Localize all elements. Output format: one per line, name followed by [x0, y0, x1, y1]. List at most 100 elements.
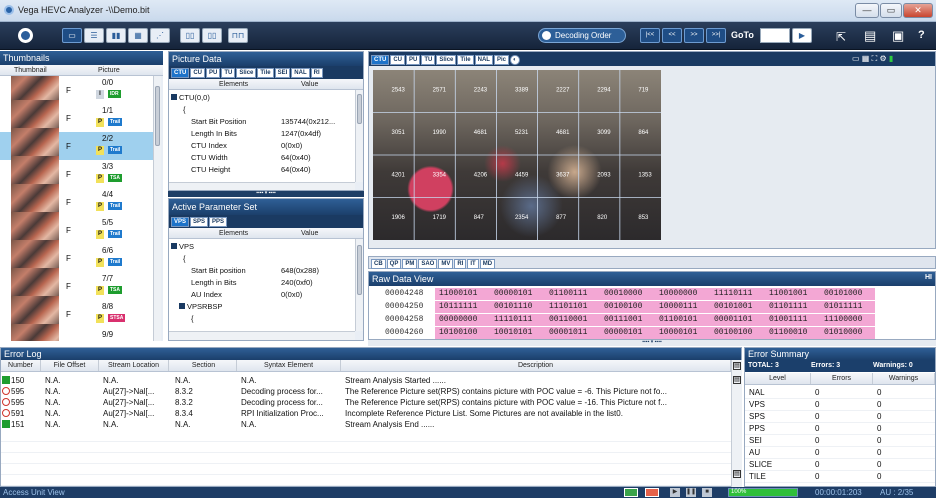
- summary-row[interactable]: TILE 0 0: [745, 471, 935, 483]
- raw-byte[interactable]: 10000101: [655, 327, 710, 339]
- tab-tu[interactable]: TU: [221, 68, 236, 78]
- export-icon[interactable]: ⇱: [836, 30, 846, 44]
- tab-vps[interactable]: VPS: [171, 217, 190, 227]
- raw-byte[interactable]: 00101001: [710, 301, 765, 313]
- picture-data-scrollbar[interactable]: [355, 90, 363, 182]
- collapse-icon[interactable]: [179, 303, 185, 309]
- tab-qp[interactable]: QP: [386, 259, 402, 269]
- tab-slice[interactable]: Slice: [236, 68, 257, 78]
- active-param-scrollbar[interactable]: [355, 239, 363, 331]
- viewer-fit-icon[interactable]: ⛶: [872, 54, 878, 63]
- tab-sei[interactable]: SEI: [274, 68, 291, 78]
- nav-prev-button[interactable]: <<: [662, 28, 682, 43]
- raw-byte[interactable]: 00000000: [435, 314, 490, 326]
- tab-mv[interactable]: MV: [438, 259, 454, 269]
- tree-row[interactable]: CTU Height 64(0x40): [169, 164, 355, 176]
- tree-row[interactable]: VPS: [169, 241, 355, 253]
- error-log-col[interactable]: File Offset: [41, 360, 99, 371]
- tab-pu[interactable]: PU: [406, 55, 421, 65]
- tree-row[interactable]: AU Index 0(0x0): [169, 289, 355, 301]
- thumbnails-scrollbar[interactable]: [153, 76, 161, 341]
- tab-nal[interactable]: NAL: [474, 55, 493, 65]
- layout-icon[interactable]: ▤: [864, 28, 876, 44]
- error-log-row[interactable]: 591 N.A. Au[27]->Nal[... 8.3.4 RPI Initializ…: [1, 409, 731, 420]
- raw-byte[interactable]: 11101101: [545, 301, 600, 313]
- raw-byte[interactable]: 10000111: [655, 301, 710, 313]
- raw-byte[interactable]: 00000101: [600, 327, 655, 339]
- tab-pm[interactable]: PM: [402, 259, 418, 269]
- error-log-col[interactable]: Number: [1, 360, 41, 371]
- decoding-order-button[interactable]: Decoding Order: [538, 28, 626, 43]
- picture-data-hscroll[interactable]: [169, 182, 355, 190]
- view-tree-button[interactable]: ⋰: [150, 28, 170, 43]
- tab-it[interactable]: IT: [467, 259, 479, 269]
- summary-row[interactable]: NAL 0 0: [745, 387, 935, 399]
- tab-pps[interactable]: PPS: [209, 217, 228, 227]
- raw-byte[interactable]: 00010000: [600, 288, 655, 300]
- tree-row[interactable]: Length In Bits 1247(0x4df): [169, 128, 355, 140]
- error-log-row[interactable]: 595 N.A. Au[27]->Nal[... 8.3.2 Decoding proc…: [1, 398, 731, 409]
- summary-col[interactable]: Errors: [811, 373, 873, 384]
- tree-row[interactable]: CTU Width 64(0x40): [169, 152, 355, 164]
- error-log-row[interactable]: 595 N.A. Au[27]->Nal[... 8.3.2 Decoding proc…: [1, 387, 731, 398]
- maximize-button[interactable]: ▭: [880, 3, 902, 18]
- nav-last-button[interactable]: >>|: [706, 28, 726, 43]
- tab-ctu[interactable]: CTU: [371, 55, 390, 65]
- tab-cb[interactable]: CB: [371, 259, 386, 269]
- close-button[interactable]: ✕: [903, 3, 933, 18]
- raw-byte[interactable]: 10111111: [435, 301, 490, 313]
- raw-byte[interactable]: 01010000: [820, 327, 875, 339]
- summary-row[interactable]: SEI 0 0: [745, 435, 935, 447]
- tab-cu[interactable]: CU: [190, 68, 206, 78]
- raw-byte[interactable]: 01001111: [765, 314, 820, 326]
- tab-pic[interactable]: Pic: [493, 55, 509, 65]
- tab-sps[interactable]: SPS: [190, 217, 209, 227]
- tab-ctu[interactable]: CTU: [171, 68, 190, 78]
- raw-byte[interactable]: 11110111: [710, 288, 765, 300]
- tree-row[interactable]: VPSRBSP: [169, 301, 355, 313]
- viewer-splitter[interactable]: ▪▪▪▪ ▾ ▪▪▪▪: [368, 340, 936, 346]
- scroll-thumb[interactable]: [357, 245, 362, 295]
- viewer-settings-icon[interactable]: ⚙: [879, 54, 886, 63]
- minimize-button[interactable]: —: [855, 3, 879, 18]
- nav-next-button[interactable]: >>: [684, 28, 704, 43]
- tree-row[interactable]: Start Bit position 648(0x288): [169, 265, 355, 277]
- help-icon[interactable]: ?: [918, 29, 925, 41]
- view-list-button[interactable]: ☰: [84, 28, 104, 43]
- raw-byte[interactable]: 01100101: [655, 314, 710, 326]
- thumbnail-row[interactable]: 9/9: [0, 324, 155, 341]
- error-log-col[interactable]: Section: [171, 360, 237, 371]
- stop-icon[interactable]: ■: [702, 488, 712, 497]
- raw-byte[interactable]: 10010101: [490, 327, 545, 339]
- tree-row[interactable]: {: [169, 253, 355, 265]
- tree-row[interactable]: {: [169, 313, 355, 325]
- tab-tile[interactable]: Tile: [457, 55, 474, 65]
- status-red-icon[interactable]: [645, 488, 659, 497]
- viewer-color-icon[interactable]: ▮: [889, 54, 893, 63]
- status-green-icon[interactable]: [624, 488, 638, 497]
- tab-cu[interactable]: CU: [390, 55, 406, 65]
- raw-byte[interactable]: 11001001: [765, 288, 820, 300]
- raw-byte[interactable]: 00111001: [600, 314, 655, 326]
- maximize-view-icon[interactable]: ▣: [892, 28, 904, 44]
- summary-row[interactable]: VPS 0 0: [745, 399, 935, 411]
- scroll-thumb[interactable]: [155, 86, 160, 146]
- error-log-col[interactable]: Stream Location: [99, 360, 169, 371]
- viewer-grid-icon[interactable]: ▦: [862, 54, 870, 63]
- view-compare-button[interactable]: ▯▯: [180, 28, 200, 43]
- active-param-hscroll[interactable]: [169, 331, 355, 340]
- raw-byte[interactable]: 00100100: [600, 301, 655, 313]
- error-log-row[interactable]: 150 N.A. N.A. N.A. N.A. Stream Analysis Start…: [1, 376, 731, 387]
- view-split-button[interactable]: ▯▯: [202, 28, 222, 43]
- view-single-button[interactable]: ▭: [62, 28, 82, 43]
- raw-byte[interactable]: 01100010: [765, 327, 820, 339]
- summary-row[interactable]: PPS 0 0: [745, 423, 935, 435]
- raw-byte[interactable]: 11100000: [820, 314, 875, 326]
- summary-col[interactable]: Warnings: [873, 373, 935, 384]
- raw-byte[interactable]: 11000101: [435, 288, 490, 300]
- tab-sao[interactable]: SAO: [418, 259, 438, 269]
- summary-row[interactable]: SLICE 0 0: [745, 459, 935, 471]
- tree-row[interactable]: CTU Index 0(0x0): [169, 140, 355, 152]
- nav-first-button[interactable]: |<<: [640, 28, 660, 43]
- expand-icon[interactable]: ▤: [733, 376, 741, 384]
